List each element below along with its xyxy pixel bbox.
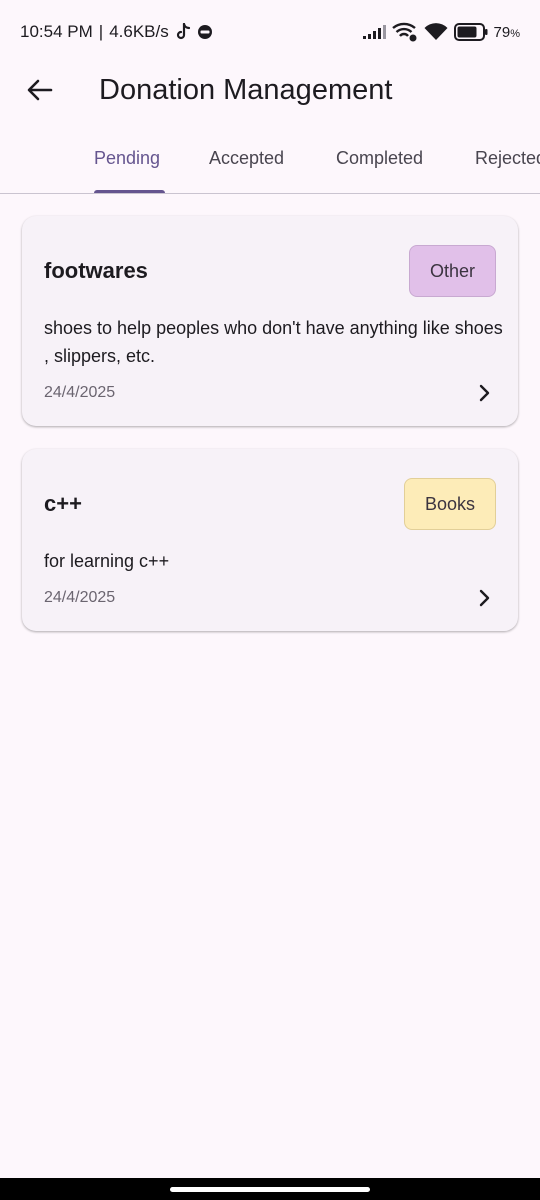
status-time: 10:54 PM <box>20 22 93 41</box>
chevron-right-icon[interactable] <box>474 382 496 404</box>
back-button[interactable] <box>20 70 60 110</box>
donation-title: footwares <box>44 258 148 283</box>
donation-description: for learning c++ <box>44 551 170 571</box>
donation-description: shoes to help peoples who don't have any… <box>44 318 503 366</box>
status-right: 79% <box>362 22 520 42</box>
tab-completed[interactable]: Completed <box>336 148 423 193</box>
status-left: 10:54 PM | 4.6KB/s <box>20 22 213 42</box>
chevron-right-icon[interactable] <box>474 587 496 609</box>
home-indicator[interactable] <box>170 1187 370 1192</box>
app-notification-icon <box>197 24 213 40</box>
donation-date: 24/4/2025 <box>44 589 116 606</box>
donation-card[interactable]: footwares Other shoes to help peoples wh… <box>22 216 518 426</box>
battery-icon <box>453 23 488 41</box>
page-title: Donation Management <box>99 74 393 106</box>
donation-card[interactable]: c++ Books for learning c++ 24/4/2025 <box>22 449 518 631</box>
arrow-back-icon <box>27 79 53 101</box>
category-chip: Other <box>408 245 496 297</box>
network-speed: 4.6KB/s <box>109 22 169 41</box>
donation-date: 24/4/2025 <box>44 384 116 401</box>
tiktok-icon <box>175 23 191 41</box>
tab-accepted[interactable]: Accepted <box>209 148 284 193</box>
donation-title: c++ <box>44 491 82 516</box>
signal-icon <box>362 25 386 39</box>
system-nav-bar <box>0 1178 540 1200</box>
category-chip: Books <box>403 478 496 530</box>
app-bar: Donation Management <box>0 64 540 116</box>
screen: 10:54 PM | 4.6KB/s 79% Donation Manageme… <box>0 0 540 1200</box>
tab-pending[interactable]: Pending <box>94 148 160 193</box>
status-bar: 10:54 PM | 4.6KB/s 79% <box>0 0 540 64</box>
status-separator: | <box>98 22 104 41</box>
battery-percent: 79% <box>493 23 520 41</box>
tab-rejected[interactable]: Rejected <box>475 148 540 193</box>
tab-bar: Pending Accepted Completed Rejected <box>0 130 540 194</box>
wifi-call-icon <box>391 22 418 42</box>
wifi-icon <box>424 23 448 41</box>
tab-indicator <box>94 190 165 193</box>
